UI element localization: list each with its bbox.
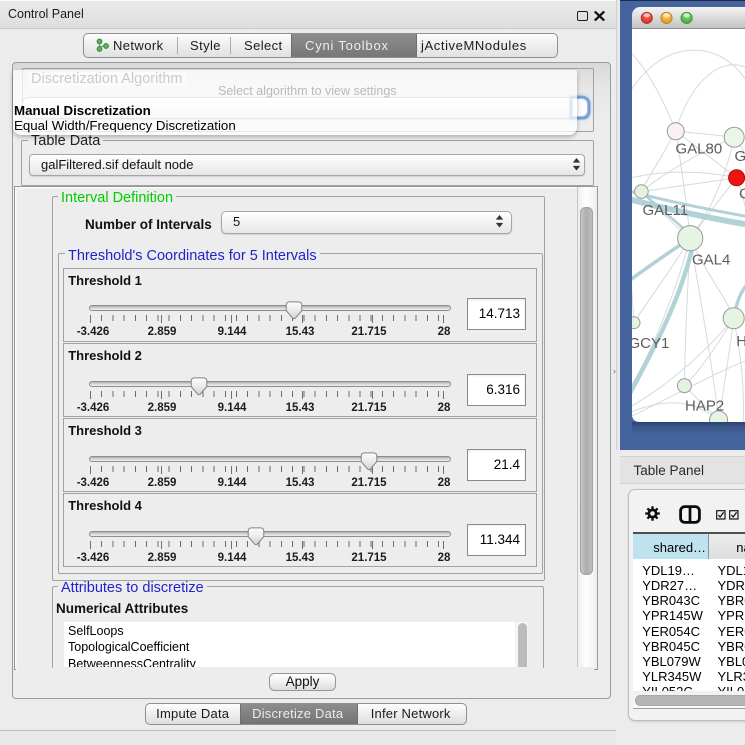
svg-text:GAL80: GAL80 xyxy=(676,141,723,158)
svg-text:GCY1: GCY1 xyxy=(632,335,669,352)
svg-text:GAL11: GAL11 xyxy=(643,202,689,219)
svg-text:H: H xyxy=(736,333,745,350)
svg-text:HAP2: HAP2 xyxy=(685,397,724,414)
svg-text:GAL1: GAL1 xyxy=(735,148,745,165)
svg-text:C: C xyxy=(739,186,745,203)
svg-text:GAL4: GAL4 xyxy=(692,252,730,269)
